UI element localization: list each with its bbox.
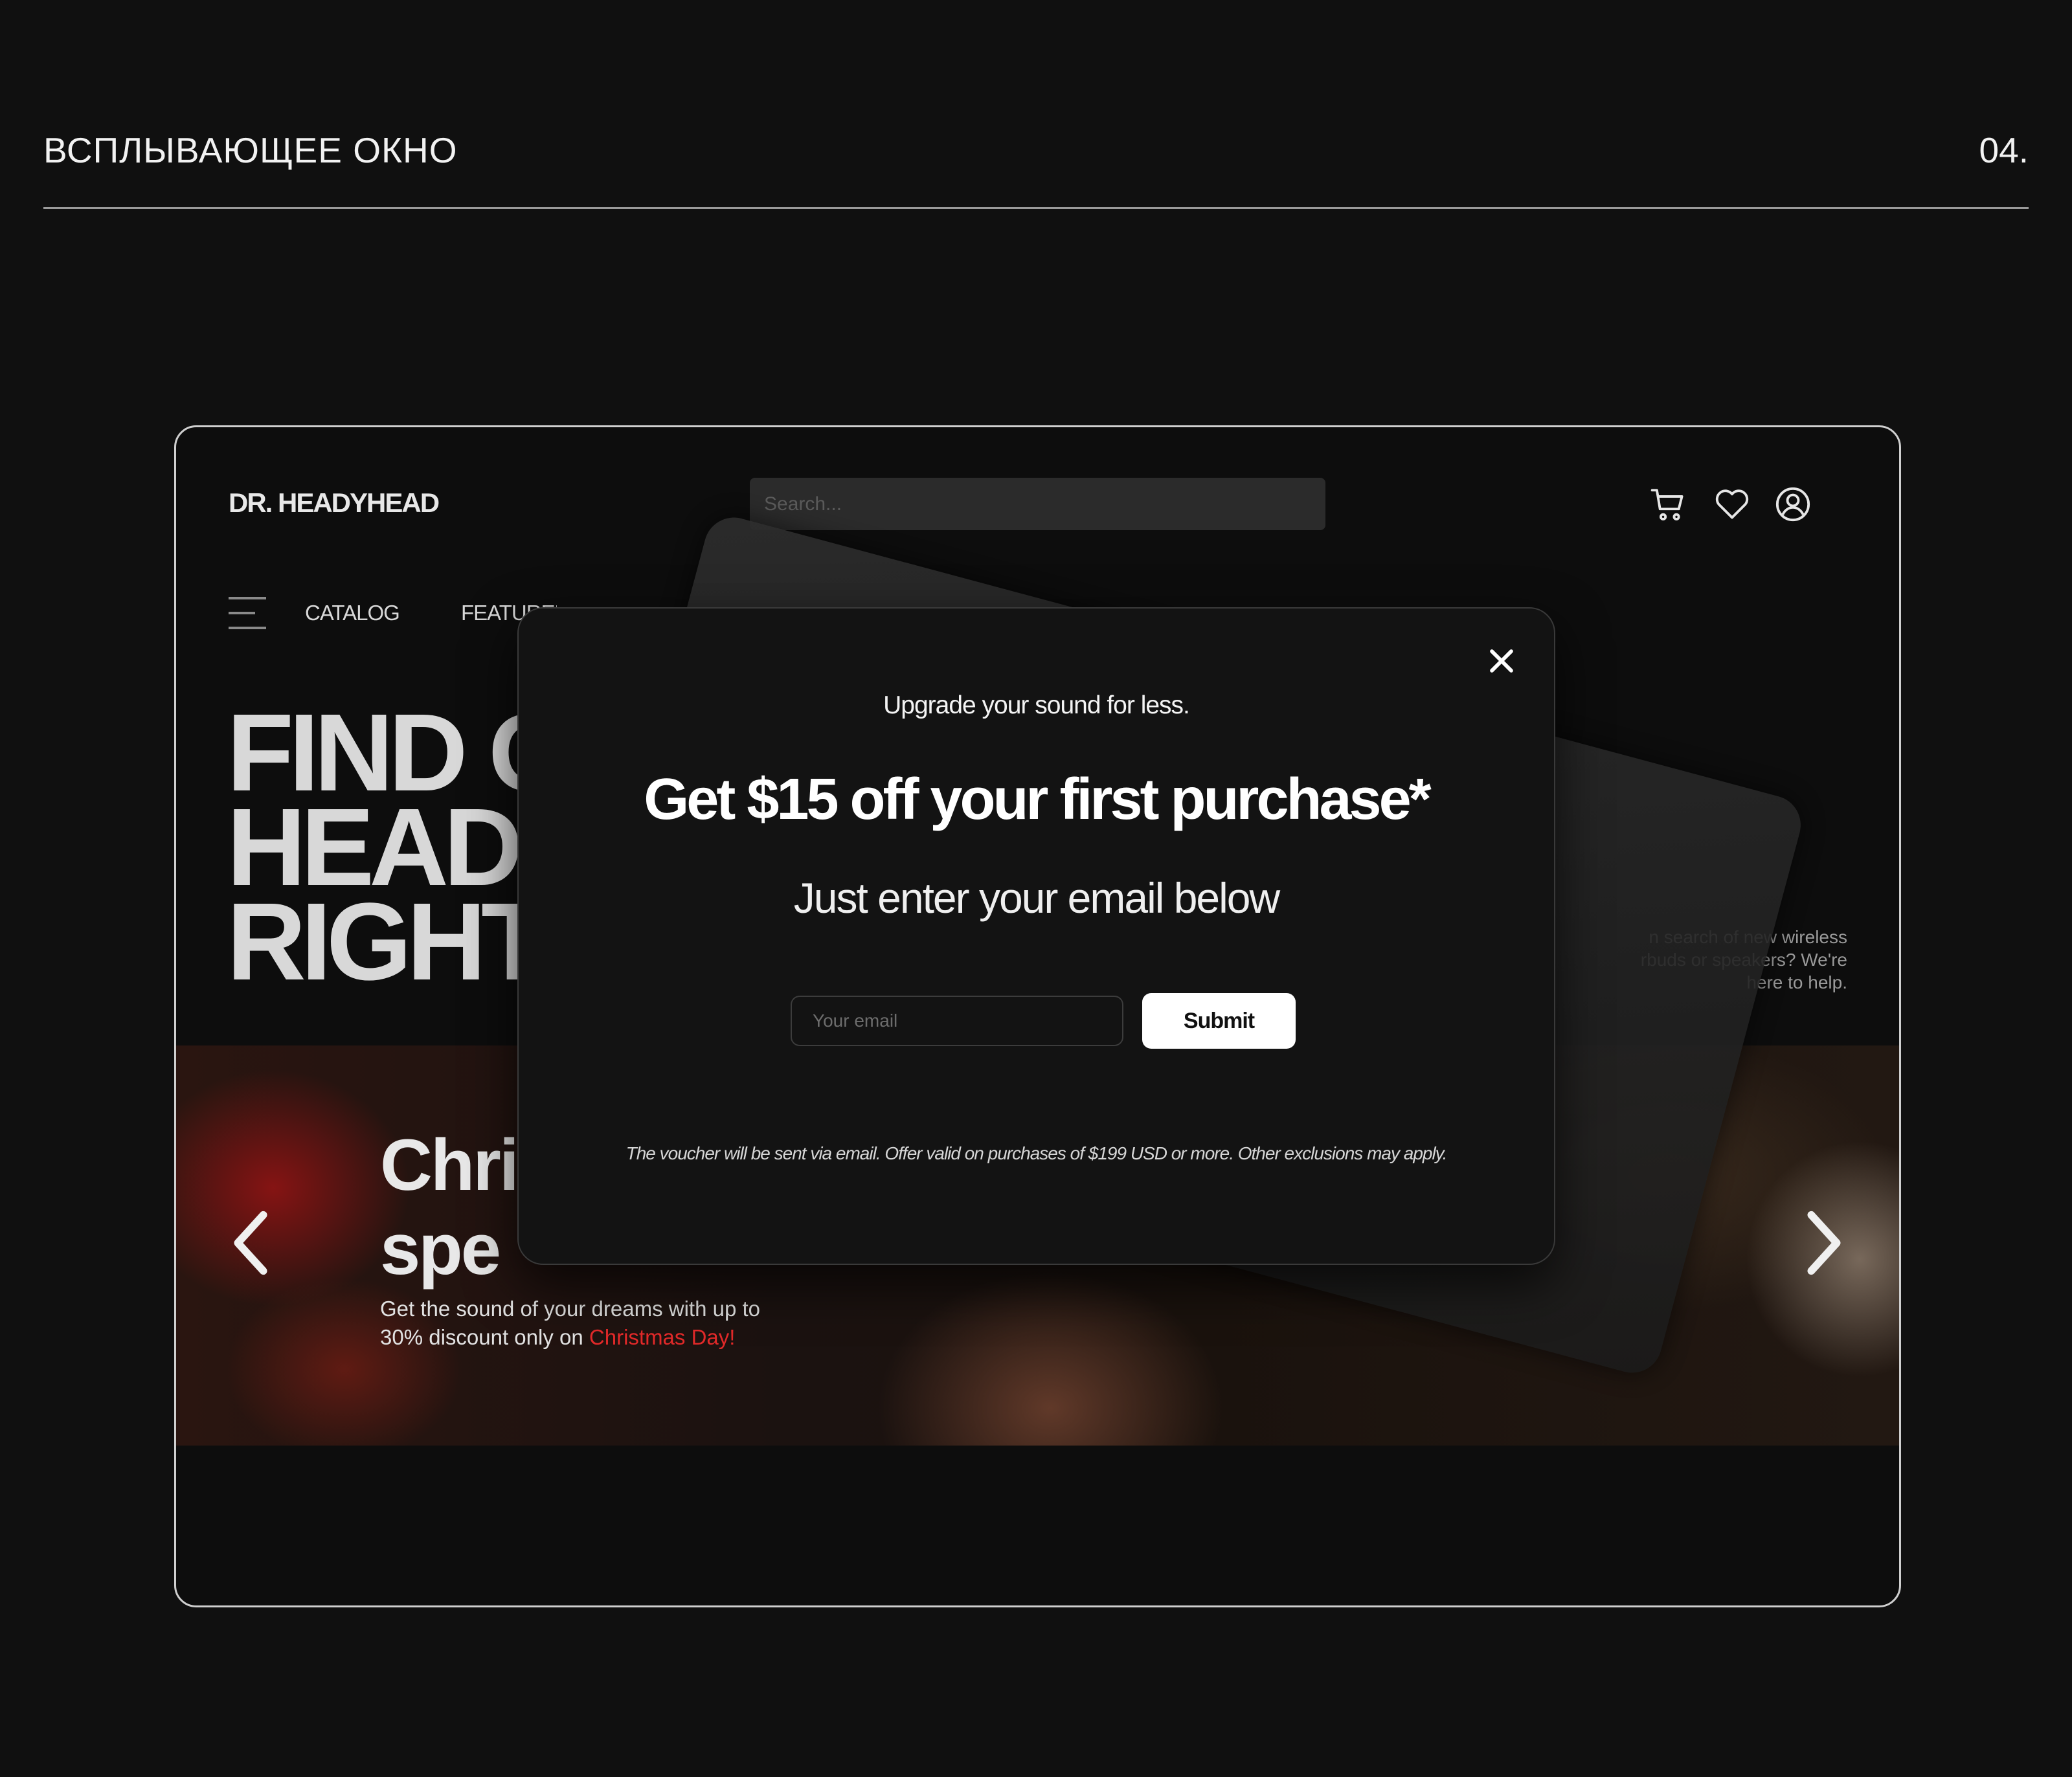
submit-button[interactable]: Submit [1142, 993, 1296, 1049]
website-mockup: DR. HEADYHEAD CATALOG FEATURED FIND O HE… [174, 425, 1901, 1607]
menu-icon[interactable] [229, 597, 266, 631]
modal-title: Get $15 off your first purchase* [644, 767, 1431, 832]
banner-text-line: Get the sound of your dreams with up to [380, 1297, 760, 1321]
user-icon[interactable] [1774, 486, 1812, 523]
banner-text-line: 30% discount only on [380, 1325, 589, 1349]
email-field[interactable] [791, 996, 1123, 1046]
banner-highlight: Christmas Day! [589, 1325, 736, 1349]
banner-heading-line: spe [380, 1209, 501, 1290]
cart-icon[interactable] [1650, 486, 1687, 523]
header-divider [43, 207, 2029, 209]
banner-heading: Chri spe [380, 1123, 519, 1291]
close-icon[interactable] [1487, 646, 1516, 676]
modal-disclaimer: The voucher will be sent via email. Offe… [625, 1143, 1448, 1163]
banner-text: Get the sound of your dreams with up to … [380, 1295, 760, 1352]
banner-heading-line: Chri [380, 1124, 519, 1205]
site-logo[interactable]: DR. HEADYHEAD [229, 487, 440, 519]
modal-subtitle: Upgrade your sound for less. [883, 691, 1190, 719]
search-input[interactable] [750, 478, 1325, 530]
page-title: ВСПЛЫВАЮЩЕЕ ОКНО [43, 130, 458, 170]
chevron-left-icon[interactable] [225, 1207, 276, 1279]
popup-modal: Upgrade your sound for less. Get $15 off… [517, 607, 1555, 1265]
page-number: 04. [1979, 130, 2029, 170]
modal-lead: Just enter your email below [793, 874, 1280, 922]
heart-icon[interactable] [1713, 486, 1751, 523]
nav-item-catalog[interactable]: CATALOG [305, 601, 400, 625]
chevron-right-icon[interactable] [1798, 1207, 1850, 1279]
